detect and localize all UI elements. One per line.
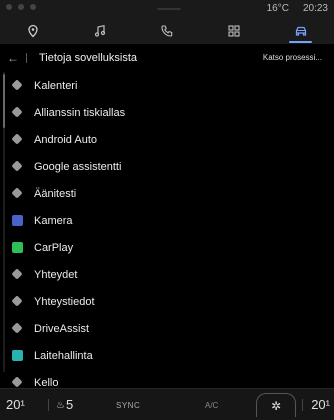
seat-heating-level[interactable]: 5 [66,397,73,412]
list-item-label: Kalenteri [34,79,78,92]
apps-grid-icon [228,25,240,37]
list-item-label: Äänitesti [34,187,77,200]
drawer-handle[interactable] [157,8,181,10]
list-item-label: Allianssin tiskiallas [34,106,126,119]
tab-navigation[interactable] [0,18,67,44]
list-item[interactable]: Laitehallinta [0,342,334,369]
tab-apps[interactable] [200,18,267,44]
view-process-button[interactable]: Katso prosessi... [263,53,322,62]
list-item[interactable]: Äänitesti [0,180,334,207]
outside-temperature: 16°C [266,3,289,14]
music-note-icon [95,24,106,37]
list-item-label: Yhteydet [34,268,78,281]
list-item[interactable]: Yhteydet [0,261,334,288]
list-item[interactable]: CarPlay [0,234,334,261]
list-item[interactable]: Kalenteri [0,72,334,99]
fan-icon: ✲ [270,398,282,413]
car-icon [295,26,306,36]
list-item-label: CarPlay [34,241,74,254]
generic-app-icon [11,295,23,307]
list-item[interactable]: DriveAssist [0,315,334,342]
seat-heating-icon[interactable]: ♨ [56,400,65,411]
generic-app-icon [11,376,23,388]
tab-media[interactable] [67,18,134,44]
generic-app-icon [11,79,23,91]
connectivity-icon [30,4,36,10]
tab-phone[interactable] [134,18,201,44]
generic-app-icon [11,160,23,172]
generic-app-icon [11,268,23,280]
page-header: ← Tietoja sovelluksista Katso prosessi..… [0,44,334,72]
status-bar: 16°C 20:23 [0,0,334,18]
list-item[interactable]: Google assistentti [0,153,334,180]
passenger-temperature[interactable]: 20¹ [311,397,330,412]
list-item[interactable]: Kamera [0,207,334,234]
generic-app-icon [11,106,23,118]
climate-divider [302,399,303,411]
app-list: Kalenteri Allianssin tiskiallas Android Au… [0,72,334,396]
generic-app-icon [11,187,23,199]
list-item-label: Android Auto [34,133,97,146]
phone-icon [161,25,173,37]
header-divider [26,53,27,63]
list-item[interactable]: Yhteystiedot [0,288,334,315]
back-button[interactable]: ← [0,44,26,72]
list-item-label: Laitehallinta [34,349,93,362]
status-indicators [6,4,36,10]
climate-bar: 20¹ ♨ 5 SYNC A/C ✲ 20¹ [0,388,334,420]
clock: 20:23 [302,3,328,14]
list-item-label: Google assistentti [34,160,122,173]
back-arrow-icon: ← [7,51,19,65]
carplay-app-icon [11,241,23,253]
generic-app-icon [11,322,23,334]
list-item-label: DriveAssist [34,322,90,335]
signal-icon [6,4,12,10]
bluetooth-icon [18,4,24,10]
page-title: Tietoja sovelluksista [39,52,138,64]
list-item[interactable]: Android Auto [0,126,334,153]
fan-button[interactable]: ✲ [256,393,296,417]
list-item-label: Yhteystiedot [34,295,95,308]
sync-button[interactable]: SYNC [116,401,140,410]
navigation-pin-icon [28,24,39,38]
ac-button[interactable]: A/C [205,401,218,410]
generic-app-icon [11,133,23,145]
camera-app-icon [11,214,23,226]
driver-temperature[interactable]: 20¹ [6,397,25,412]
device-management-app-icon [11,349,23,361]
list-item-label: Kello [34,376,59,389]
main-nav [0,18,334,44]
list-item-label: Kamera [34,214,73,227]
climate-divider [48,399,49,411]
tab-vehicle[interactable] [267,18,334,44]
list-item[interactable]: Allianssin tiskiallas [0,99,334,126]
